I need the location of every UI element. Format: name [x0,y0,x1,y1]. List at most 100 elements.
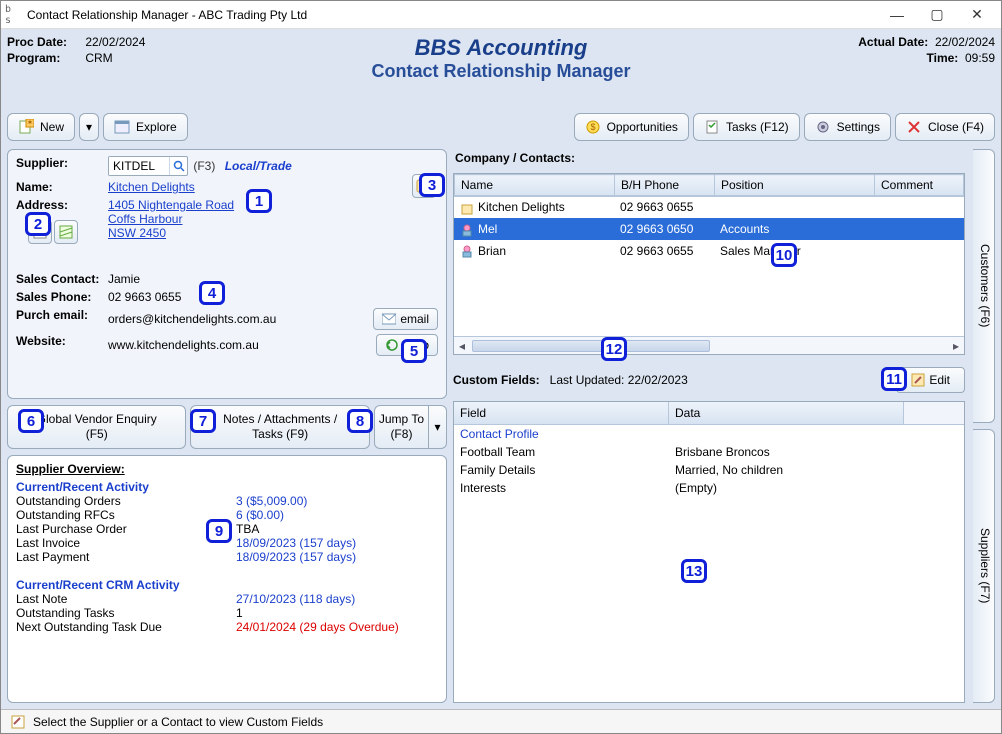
custom-row[interactable]: Contact Profile [454,425,964,443]
actual-date-label: Actual Date: [848,35,928,49]
custom-data: (Empty) [669,479,964,497]
supplier-name-link[interactable]: Kitchen Delights [108,180,195,194]
callout-7: 7 [190,409,216,433]
svg-text:$: $ [590,122,595,132]
sales-phone: 02 9663 0655 [108,290,438,304]
time-value: 09:59 [965,51,995,65]
contact-comment [874,197,964,218]
custom-data [669,425,964,443]
col-phone[interactable]: B/H Phone [615,175,715,196]
col-position[interactable]: Position [715,175,875,196]
statusbar: Select the Supplier or a Contact to view… [1,709,1001,733]
close-window-button[interactable]: ✕ [957,2,997,28]
custom-field: Interests [454,479,669,497]
overview-key: Last Note [16,592,236,606]
callout-6: 6 [18,409,44,433]
sales-contact-label: Sales Contact: [16,272,108,286]
scroll-right-icon[interactable]: ▸ [948,338,964,354]
contact-position: Accounts [714,218,874,240]
callout-10: 10 [771,243,797,267]
supplier-lookup[interactable] [108,156,188,176]
program-value: CRM [85,51,112,65]
notes-l2: Tasks (F9) [195,427,364,442]
col-name[interactable]: Name [455,175,615,196]
custom-fields-label: Custom Fields: [453,373,540,387]
contact-name: Kitchen Delights [478,200,565,214]
col-comment[interactable]: Comment [875,175,964,196]
explore-button[interactable]: Explore [103,113,188,141]
explore-label: Explore [136,120,177,134]
contact-name: Mel [478,222,497,236]
overview-value: 18/09/2023 (157 days) [236,536,438,550]
custom-row[interactable]: Interests(Empty) [454,479,964,497]
overview-value: 18/09/2023 (157 days) [236,550,438,564]
minimize-button[interactable]: — [877,2,917,28]
contact-row[interactable]: Brian02 9663 0655Sales Manager [454,240,964,262]
notes-attachments-tasks-button[interactable]: Notes / Attachments / Tasks (F9) [190,405,369,449]
contact-phone: 02 9663 0655 [614,197,714,218]
proc-date: 22/02/2024 [85,35,145,49]
edit-label: Edit [929,373,950,387]
supplier-code-input[interactable] [109,157,169,175]
overview-key: Outstanding Tasks [16,606,236,620]
overview-value: 3 ($5,009.00) [236,494,438,508]
contact-row[interactable]: Mel02 9663 0650Accounts [454,218,964,240]
contact-row[interactable]: Kitchen Delights 02 9663 0655 [454,197,964,218]
address-line2[interactable]: Coffs Harbour [108,212,182,226]
custom-data: Brisbane Broncos [669,443,964,461]
name-label: Name: [16,180,108,194]
overview-key: Last Purchase Order [16,522,236,536]
new-label: New [40,120,64,134]
new-button[interactable]: ✶ New [7,113,75,141]
contact-comment [874,218,964,240]
tasks-button[interactable]: Tasks (F12) [693,113,800,141]
jump-to-dropdown[interactable]: ▾ [429,405,447,449]
app-icon: b s [5,7,21,23]
svg-text:✶: ✶ [27,119,34,127]
new-dropdown[interactable]: ▾ [79,113,99,141]
explore-icon [114,119,130,135]
contact-name: Brian [478,244,506,258]
email-icon [382,313,396,325]
scroll-thumb[interactable] [472,340,710,352]
settings-button[interactable]: Settings [804,113,891,141]
status-icon [9,713,27,731]
jump-to-button[interactable]: Jump To (F8) [374,405,429,449]
email-button[interactable]: email [373,308,438,330]
settings-icon [815,119,831,135]
opportunities-icon: $ [585,119,601,135]
tasks-icon [704,119,720,135]
opportunities-button[interactable]: $ Opportunities [574,113,689,141]
search-icon[interactable] [169,157,187,175]
suppliers-tab[interactable]: Suppliers (F7) [973,429,995,703]
map-icon-button[interactable] [54,220,78,244]
customers-tab[interactable]: Customers (F6) [973,149,995,423]
purch-email: orders@kitchendelights.com.au [108,312,276,326]
program-label: Program: [7,51,82,65]
actual-date: 22/02/2024 [935,35,995,49]
close-label: Close (F4) [928,120,984,134]
contacts-heading: Company / Contacts: [455,151,965,165]
sales-contact: Jamie [108,272,438,286]
goto-icon [385,339,399,351]
custom-col-field[interactable]: Field [454,402,669,424]
callout-2: 2 [25,212,51,236]
custom-col-data[interactable]: Data [669,402,904,424]
overview-key: Outstanding Orders [16,494,236,508]
scroll-left-icon[interactable]: ◂ [454,338,470,354]
custom-row[interactable]: Football TeamBrisbane Broncos [454,443,964,461]
custom-row[interactable]: Family DetailsMarried, No children [454,461,964,479]
purch-email-label: Purch email: [16,308,108,322]
edit-icon [911,373,925,387]
callout-9: 9 [206,519,232,543]
overview-key: Next Outstanding Task Due [16,620,236,634]
maximize-button[interactable]: ▢ [917,2,957,28]
close-button[interactable]: Close (F4) [895,113,995,141]
address-line3[interactable]: NSW 2450 [108,226,166,240]
supplier-label: Supplier: [16,156,108,170]
overview-key: Last Invoice [16,536,236,550]
overview-value: 6 ($0.00) [236,508,438,522]
address-line1[interactable]: 1405 Nightengale Road [108,198,234,212]
titlebar: b s Contact Relationship Manager - ABC T… [1,1,1001,29]
contacts-horizontal-scrollbar[interactable]: ◂ ▸ [454,336,964,354]
